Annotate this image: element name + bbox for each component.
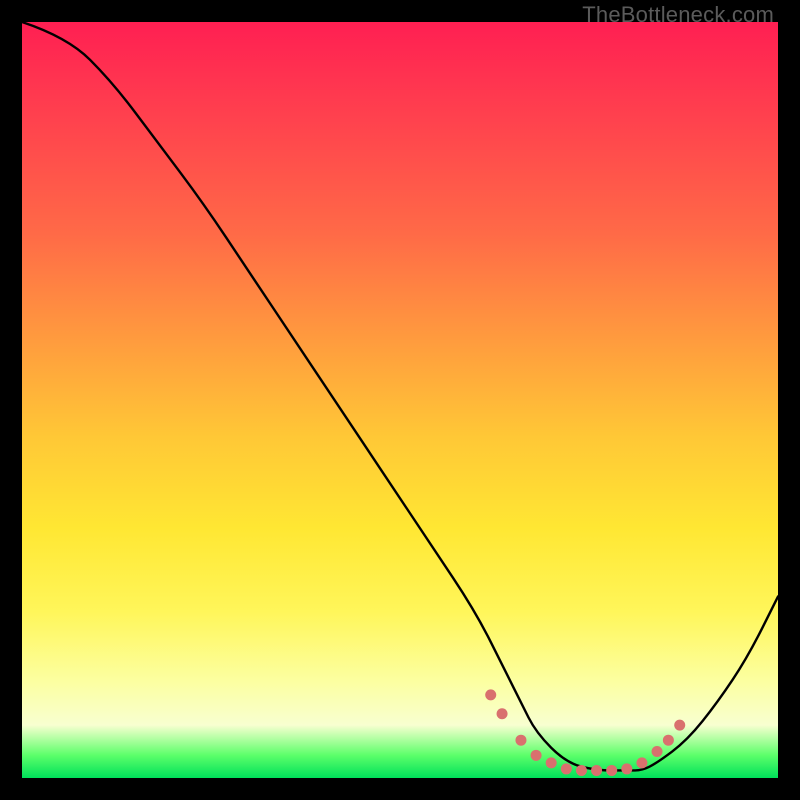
marker-dot bbox=[652, 746, 663, 757]
marker-dot bbox=[606, 765, 617, 776]
curve-svg bbox=[22, 22, 778, 778]
marker-dot bbox=[531, 750, 542, 761]
marker-dot bbox=[591, 765, 602, 776]
marker-dot bbox=[621, 763, 632, 774]
marker-dot bbox=[497, 708, 508, 719]
marker-dot bbox=[485, 689, 496, 700]
plot-area bbox=[22, 22, 778, 778]
marker-dot bbox=[546, 757, 557, 768]
marker-dot bbox=[663, 735, 674, 746]
marker-dot bbox=[576, 765, 587, 776]
marker-dot bbox=[674, 720, 685, 731]
marker-dot bbox=[515, 735, 526, 746]
marker-dot bbox=[636, 757, 647, 768]
bottleneck-curve bbox=[22, 22, 778, 770]
chart-stage: TheBottleneck.com bbox=[0, 0, 800, 800]
marker-dot bbox=[561, 763, 572, 774]
